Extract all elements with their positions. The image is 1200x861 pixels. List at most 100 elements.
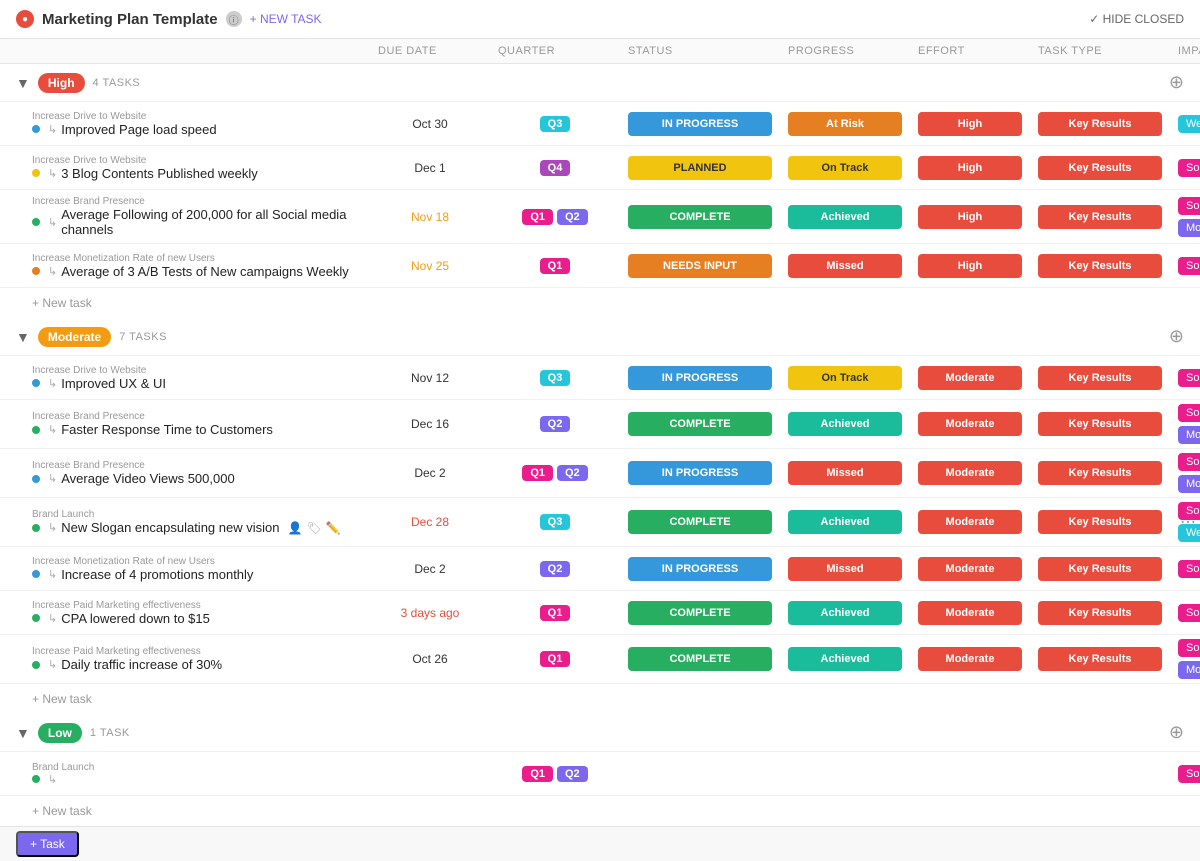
task-type-badge[interactable]: Key Results — [1038, 366, 1162, 390]
impact-tag[interactable]: Mobile — [1178, 426, 1200, 444]
task-type-badge[interactable]: Key Results — [1038, 156, 1162, 180]
hide-closed-button[interactable]: ✓ HIDE CLOSED — [1089, 12, 1184, 26]
new-task-button[interactable]: + NEW TASK — [250, 12, 322, 26]
add-section-icon-moderate[interactable]: ⊕ — [1169, 326, 1184, 347]
status-badge[interactable]: COMPLETE — [628, 647, 772, 671]
quarter-badge[interactable]: Q2 — [540, 416, 571, 432]
status-badge[interactable]: PLANNED — [628, 156, 772, 180]
task-type-badge[interactable]: Key Results — [1038, 601, 1162, 625]
effort-badge[interactable]: High — [918, 112, 1022, 136]
task-category: Increase Paid Marketing effectiveness — [32, 646, 354, 657]
impact-tag[interactable]: Social Media — [1178, 404, 1200, 422]
impact-tag[interactable]: Social Media — [1178, 765, 1200, 783]
effort-badge[interactable]: Moderate — [918, 647, 1022, 671]
status-badge[interactable]: IN PROGRESS — [628, 557, 772, 581]
impact-tag[interactable]: Mobile — [1178, 219, 1200, 237]
task-type-badge[interactable]: Key Results — [1038, 254, 1162, 278]
impact-tag[interactable]: Social Media — [1178, 604, 1200, 622]
add-task-high[interactable]: + New task — [0, 288, 1200, 318]
assign-icon[interactable]: 👤 — [287, 521, 302, 535]
impact-tag[interactable]: Social Media — [1178, 257, 1200, 275]
status-badge[interactable]: NEEDS INPUT — [628, 254, 772, 278]
add-section-icon-high[interactable]: ⊕ — [1169, 72, 1184, 93]
impact-tag[interactable]: Social Media — [1178, 197, 1200, 215]
effort-badge[interactable]: High — [918, 156, 1022, 180]
effort-badge[interactable]: Moderate — [918, 601, 1022, 625]
progress-badge[interactable]: Missed — [788, 461, 902, 485]
task-type-badge[interactable]: Key Results — [1038, 205, 1162, 229]
quarter-badge[interactable]: Q1 — [522, 465, 553, 481]
impact-tag[interactable]: Social Media — [1178, 453, 1200, 471]
status-badge[interactable]: COMPLETE — [628, 510, 772, 534]
effort-badge[interactable]: High — [918, 254, 1022, 278]
effort-badge[interactable]: Moderate — [918, 510, 1022, 534]
quarter-badge[interactable]: Q2 — [540, 561, 571, 577]
task-type-badge[interactable]: Key Results — [1038, 647, 1162, 671]
quarter-badge[interactable]: Q3 — [540, 116, 571, 132]
add-task-low[interactable]: + New task — [0, 796, 1200, 826]
effort-badge[interactable]: Moderate — [918, 557, 1022, 581]
section-chevron-moderate[interactable]: ▼ — [16, 329, 30, 345]
status-badge[interactable]: IN PROGRESS — [628, 461, 772, 485]
task-info-cell: Increase Drive to Website ↳ Improved UX … — [0, 359, 370, 397]
quarter-badge[interactable]: Q1 — [540, 258, 571, 274]
effort-badge[interactable]: High — [918, 205, 1022, 229]
quarter-badge[interactable]: Q4 — [540, 160, 571, 176]
quarter-badge[interactable]: Q3 — [540, 514, 571, 530]
task-type-badge[interactable]: Key Results — [1038, 557, 1162, 581]
section-chevron-high[interactable]: ▼ — [16, 75, 30, 91]
due-date: Dec 28 — [411, 515, 449, 529]
quarter-badge[interactable]: Q2 — [557, 766, 588, 782]
progress-badge[interactable]: At Risk — [788, 112, 902, 136]
info-icon[interactable]: ⓘ — [226, 11, 242, 27]
impact-tag[interactable]: Social Media — [1178, 639, 1200, 657]
progress-cell: Missed — [780, 457, 910, 489]
more-options-button[interactable]: ⋯ — [1180, 512, 1196, 532]
status-badge[interactable]: IN PROGRESS — [628, 112, 772, 136]
section-chevron-low[interactable]: ▼ — [16, 725, 30, 741]
progress-badge[interactable]: Achieved — [788, 205, 902, 229]
effort-badge[interactable]: Moderate — [918, 461, 1022, 485]
task-type-badge[interactable]: Key Results — [1038, 412, 1162, 436]
tag-icon[interactable]: 🏷 — [306, 521, 321, 535]
impact-tag[interactable]: Mobile — [1178, 661, 1200, 679]
impact-cell: Social MediaWebsiteMobile — [1170, 449, 1200, 497]
progress-badge[interactable]: Achieved — [788, 647, 902, 671]
due-date: Oct 26 — [412, 652, 447, 666]
effort-badge[interactable]: Moderate — [918, 412, 1022, 436]
task-type-badge[interactable]: Key Results — [1038, 461, 1162, 485]
quarter-badge[interactable]: Q2 — [557, 465, 588, 481]
progress-badge[interactable]: On Track — [788, 366, 902, 390]
progress-badge[interactable]: Achieved — [788, 412, 902, 436]
progress-badge[interactable]: Achieved — [788, 510, 902, 534]
progress-badge[interactable]: On Track — [788, 156, 902, 180]
task-type-badge[interactable]: Key Results — [1038, 510, 1162, 534]
quarter-cell: Q3 — [490, 510, 620, 534]
quarter-badge[interactable]: Q2 — [557, 209, 588, 225]
status-badge[interactable]: COMPLETE — [628, 412, 772, 436]
impact-tag[interactable]: Mobile — [1178, 475, 1200, 493]
effort-badge[interactable]: Moderate — [918, 366, 1022, 390]
quarter-badge[interactable]: Q1 — [522, 209, 553, 225]
quarter-badge[interactable]: Q3 — [540, 370, 571, 386]
task-type-badge[interactable]: Key Results — [1038, 112, 1162, 136]
impact-tag[interactable]: Website — [1178, 115, 1200, 133]
status-badge[interactable]: IN PROGRESS — [628, 366, 772, 390]
quarter-badge[interactable]: Q1 — [522, 766, 553, 782]
impact-tag[interactable]: Social Media — [1178, 159, 1200, 177]
progress-badge[interactable]: Missed — [788, 254, 902, 278]
progress-badge[interactable]: Missed — [788, 557, 902, 581]
due-date-cell: Dec 1 — [370, 157, 490, 179]
task-category: Increase Monetization Rate of new Users — [32, 253, 354, 264]
new-task-bottom-button[interactable]: + Task — [16, 831, 79, 857]
quarter-badge[interactable]: Q1 — [540, 651, 571, 667]
progress-badge[interactable]: Achieved — [788, 601, 902, 625]
edit-icon[interactable]: ✏️ — [326, 521, 341, 535]
impact-tag[interactable]: Social Media — [1178, 560, 1200, 578]
add-section-icon-low[interactable]: ⊕ — [1169, 722, 1184, 743]
quarter-badge[interactable]: Q1 — [540, 605, 571, 621]
status-badge[interactable]: COMPLETE — [628, 205, 772, 229]
add-task-moderate[interactable]: + New task — [0, 684, 1200, 714]
status-badge[interactable]: COMPLETE — [628, 601, 772, 625]
impact-tag[interactable]: Social Media — [1178, 369, 1200, 387]
